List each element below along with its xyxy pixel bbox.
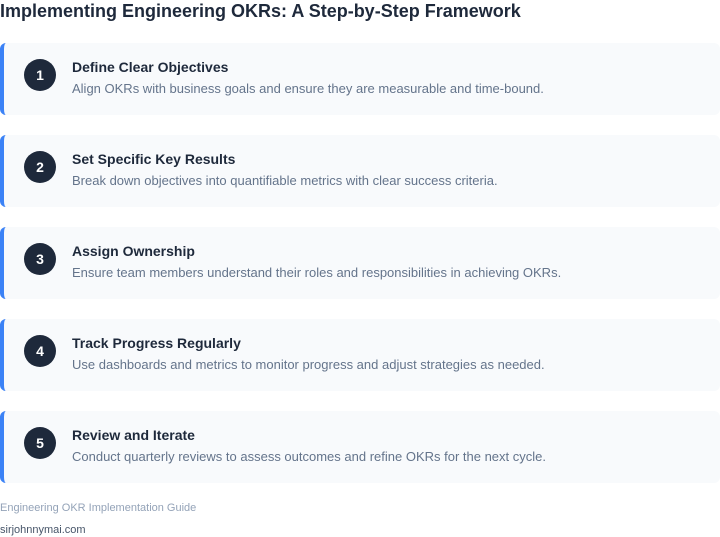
step-title: Set Specific Key Results bbox=[72, 151, 236, 167]
step-list: 1 Define Clear Objectives Align OKRs wit… bbox=[0, 43, 720, 483]
step-title: Assign Ownership bbox=[72, 243, 195, 259]
step-card-3: 3 Assign Ownership Ensure team members u… bbox=[0, 227, 720, 299]
step-number-badge: 2 bbox=[24, 151, 56, 183]
step-number-badge: 4 bbox=[24, 335, 56, 367]
step-card-5: 5 Review and Iterate Conduct quarterly r… bbox=[0, 411, 720, 483]
step-title: Track Progress Regularly bbox=[72, 335, 241, 351]
step-card-2: 2 Set Specific Key Results Break down ob… bbox=[0, 135, 720, 207]
footer-site: sirjohnnymai.com bbox=[0, 524, 86, 536]
step-description: Break down objectives into quantifiable … bbox=[72, 173, 498, 188]
step-title: Define Clear Objectives bbox=[72, 59, 229, 75]
step-description: Use dashboards and metrics to monitor pr… bbox=[72, 357, 545, 372]
step-description: Ensure team members understand their rol… bbox=[72, 265, 562, 280]
step-number-badge: 5 bbox=[24, 427, 56, 459]
page-title: Implementing Engineering OKRs: A Step-by… bbox=[0, 1, 521, 21]
step-description: Align OKRs with business goals and ensur… bbox=[72, 81, 544, 96]
step-number-badge: 3 bbox=[24, 243, 56, 275]
footer-title: Engineering OKR Implementation Guide bbox=[0, 502, 197, 514]
step-description: Conduct quarterly reviews to assess outc… bbox=[72, 449, 546, 464]
step-card-1: 1 Define Clear Objectives Align OKRs wit… bbox=[0, 43, 720, 115]
step-card-4: 4 Track Progress Regularly Use dashboard… bbox=[0, 319, 720, 391]
step-number-badge: 1 bbox=[24, 59, 56, 91]
step-title: Review and Iterate bbox=[72, 427, 195, 443]
